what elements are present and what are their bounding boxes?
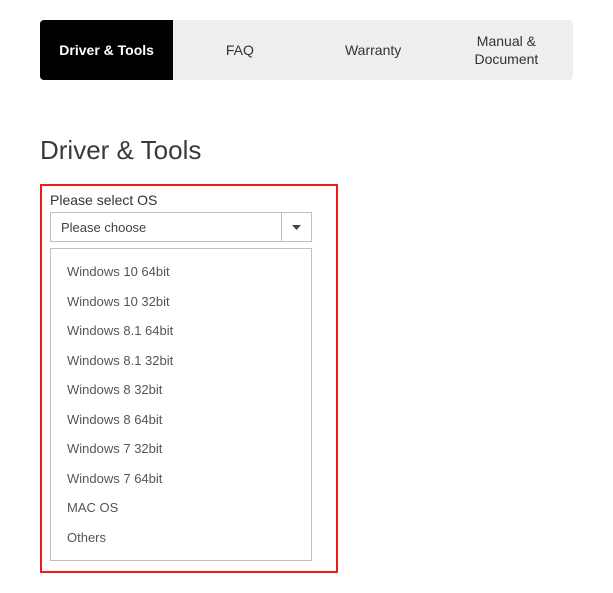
os-select-value: Please choose bbox=[51, 213, 281, 241]
os-option[interactable]: Others bbox=[51, 523, 311, 553]
os-select[interactable]: Please choose bbox=[50, 212, 312, 242]
tab-manual-document[interactable]: Manual & Document bbox=[440, 20, 573, 80]
os-option[interactable]: Windows 8 32bit bbox=[51, 375, 311, 405]
os-options-list: Windows 10 64bit Windows 10 32bit Window… bbox=[50, 248, 312, 561]
os-option[interactable]: MAC OS bbox=[51, 493, 311, 523]
os-option[interactable]: Windows 7 64bit bbox=[51, 464, 311, 494]
tab-faq[interactable]: FAQ bbox=[173, 20, 306, 80]
os-option[interactable]: Windows 10 32bit bbox=[51, 287, 311, 317]
os-option[interactable]: Windows 7 32bit bbox=[51, 434, 311, 464]
os-option[interactable]: Windows 8.1 32bit bbox=[51, 346, 311, 376]
os-select-label: Please select OS bbox=[50, 192, 328, 208]
os-option[interactable]: Windows 8 64bit bbox=[51, 405, 311, 435]
page-title: Driver & Tools bbox=[40, 135, 573, 166]
dropdown-arrow-icon bbox=[281, 213, 311, 241]
os-option[interactable]: Windows 10 64bit bbox=[51, 257, 311, 287]
os-select-region: Please select OS Please choose Windows 1… bbox=[40, 184, 338, 573]
tab-bar: Driver & Tools FAQ Warranty Manual & Doc… bbox=[40, 20, 573, 80]
tab-driver-tools[interactable]: Driver & Tools bbox=[40, 20, 173, 80]
os-option[interactable]: Windows 8.1 64bit bbox=[51, 316, 311, 346]
tab-warranty[interactable]: Warranty bbox=[307, 20, 440, 80]
